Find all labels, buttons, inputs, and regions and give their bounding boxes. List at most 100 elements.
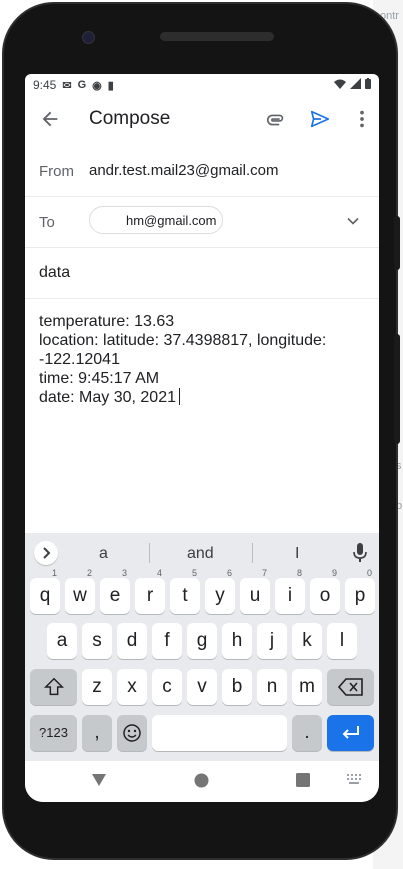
key-i[interactable]: i8	[275, 569, 305, 614]
key-label: j	[269, 630, 275, 651]
home-circle-icon[interactable]	[194, 773, 209, 788]
keyboard: a and I q1 w2 e3 r4 t5 y6 u7 i8 o9 p0 a …	[25, 533, 379, 761]
key-label: c	[162, 676, 172, 697]
sd-card-icon: ▮	[107, 79, 114, 92]
screen: 9:45 ✉ G ◉ ▮ Compose From andr.test.mail…	[25, 74, 379, 802]
from-value[interactable]: andr.test.mail23@gmail.com	[89, 162, 278, 179]
key-j[interactable]: j	[257, 623, 287, 659]
key-n[interactable]: n	[257, 669, 287, 705]
key-label: ?123	[39, 725, 68, 740]
page-title: Compose	[89, 108, 171, 129]
key-s[interactable]: s	[82, 623, 112, 659]
recents-square-icon[interactable]	[296, 773, 310, 787]
chevron-down-icon[interactable]	[343, 211, 363, 231]
power-button	[394, 216, 400, 270]
enter-key[interactable]	[327, 715, 374, 751]
key-number: 7	[261, 568, 267, 578]
subject-field[interactable]: data	[39, 264, 70, 282]
key-label: z	[92, 676, 102, 697]
key-g[interactable]: g	[187, 623, 217, 659]
key-q[interactable]: q1	[30, 569, 60, 614]
volume-button	[394, 334, 400, 444]
enter-icon	[342, 726, 359, 739]
key-t[interactable]: t5	[170, 569, 200, 614]
app-bar: Compose	[25, 98, 379, 142]
key-number: 2	[86, 568, 92, 578]
key-b[interactable]: b	[222, 669, 252, 705]
signal-icon	[350, 78, 361, 89]
emoji-key[interactable]	[117, 715, 147, 751]
key-x[interactable]: x	[117, 669, 147, 705]
key-f[interactable]: f	[152, 623, 182, 659]
microphone-icon[interactable]	[350, 542, 370, 564]
subject-row[interactable]: data	[25, 248, 379, 299]
keyboard-switch-icon[interactable]	[347, 774, 363, 786]
expand-suggestions-button[interactable]	[34, 541, 58, 565]
body-line: location: latitude: 37.4398817, longitud…	[39, 332, 327, 349]
key-label: a	[56, 630, 68, 651]
key-p[interactable]: p0	[345, 569, 375, 614]
key-y[interactable]: y6	[205, 569, 235, 614]
key-label: k	[302, 630, 312, 651]
key-label: .	[304, 722, 310, 743]
more-vert-icon[interactable]	[351, 108, 373, 130]
play-protect-icon: ◉	[92, 79, 102, 92]
key-label: w	[73, 585, 87, 606]
comma-key[interactable]: ,	[82, 715, 112, 751]
key-number: 0	[366, 568, 372, 578]
shift-key[interactable]	[30, 669, 77, 705]
space-key[interactable]	[152, 715, 287, 751]
back-triangle-icon[interactable]	[91, 773, 107, 787]
suggestion[interactable]: and	[187, 545, 214, 563]
key-label: s	[92, 630, 102, 651]
key-z[interactable]: z	[82, 669, 112, 705]
suggestion[interactable]: a	[99, 545, 108, 563]
key-h[interactable]: h	[222, 623, 252, 659]
wifi-icon	[334, 79, 346, 89]
key-o[interactable]: o9	[310, 569, 340, 614]
key-u[interactable]: u7	[240, 569, 270, 614]
key-number: 6	[226, 568, 232, 578]
period-key[interactable]: .	[292, 715, 322, 751]
send-icon[interactable]	[309, 108, 331, 130]
key-c[interactable]: c	[152, 669, 182, 705]
backspace-key[interactable]	[327, 669, 374, 705]
key-d[interactable]: d	[117, 623, 147, 659]
navigation-bar	[25, 761, 379, 802]
backspace-icon	[337, 678, 363, 696]
body-line: date: May 30, 2021	[39, 389, 176, 406]
earpiece-speaker	[160, 32, 274, 41]
suggestion[interactable]: I	[295, 545, 299, 563]
key-label: o	[319, 585, 331, 606]
key-m[interactable]: m	[292, 669, 322, 705]
from-row[interactable]: From andr.test.mail23@gmail.com	[25, 147, 379, 197]
key-label: m	[299, 676, 315, 697]
key-label: l	[339, 630, 345, 651]
to-row[interactable]: To hm@gmail.com	[25, 197, 379, 248]
key-number: 5	[191, 568, 197, 578]
key-label: t	[182, 585, 188, 606]
key-label: n	[266, 676, 278, 697]
shift-icon	[43, 677, 64, 696]
key-l[interactable]: l	[327, 623, 357, 659]
key-r[interactable]: r4	[135, 569, 165, 614]
text-cursor	[178, 388, 180, 405]
suggestion-bar: a and I	[25, 533, 379, 573]
back-arrow-icon[interactable]	[39, 108, 61, 130]
key-w[interactable]: w2	[65, 569, 95, 614]
recipient-chip[interactable]: hm@gmail.com	[89, 206, 223, 234]
key-e[interactable]: e3	[100, 569, 130, 614]
suggestion-divider	[252, 543, 253, 563]
key-v[interactable]: v	[187, 669, 217, 705]
message-body[interactable]: temperature: 13.63 location: latitude: 3…	[39, 312, 369, 407]
body-line-last: date: May 30, 2021	[39, 388, 369, 407]
chevron-right-icon	[43, 547, 51, 559]
key-label: g	[196, 630, 208, 651]
key-label: ,	[94, 722, 100, 743]
key-a[interactable]: a	[47, 623, 77, 659]
key-label: r	[146, 585, 154, 606]
symbols-key[interactable]: ?123	[30, 715, 77, 751]
attach-icon[interactable]	[265, 109, 287, 131]
key-k[interactable]: k	[292, 623, 322, 659]
front-camera	[82, 31, 95, 44]
